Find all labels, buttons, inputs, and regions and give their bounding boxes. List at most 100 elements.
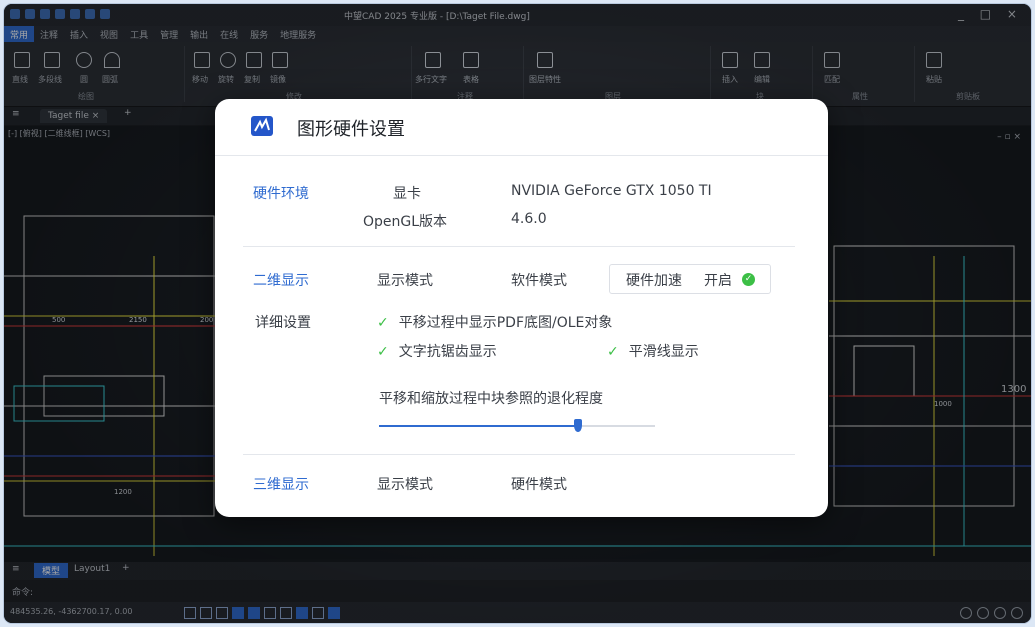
grid-toggle-icon[interactable] bbox=[184, 607, 196, 619]
enabled-check-icon: ✓ bbox=[742, 273, 755, 286]
option-smooth-lines[interactable]: ✓ 平滑线显示 bbox=[607, 341, 699, 361]
tab-output[interactable]: 输出 bbox=[184, 26, 214, 42]
group-label-draw: 绘图 bbox=[78, 92, 94, 101]
display-mode-value: 软件模式 bbox=[511, 273, 567, 289]
paste-tool-label: 粘贴 bbox=[926, 75, 942, 84]
ribbon-panel: 直线 多段线 圆 圆弧 绘图 移动 旋转 复制 镜像 修改 多行文字 表格 注释 bbox=[4, 42, 1031, 107]
divider bbox=[243, 454, 795, 455]
arc-icon[interactable] bbox=[104, 52, 120, 68]
block-degradation-slider[interactable] bbox=[379, 419, 655, 432]
copy-icon[interactable] bbox=[246, 52, 262, 68]
ribbon-group-annotate: 多行文字 表格 注释 bbox=[413, 46, 524, 102]
insert-block-icon[interactable] bbox=[722, 52, 738, 68]
line-icon[interactable] bbox=[14, 52, 30, 68]
checkmark-icon: ✓ bbox=[607, 344, 619, 360]
add-layout-icon[interactable]: + bbox=[122, 563, 130, 573]
ortho-toggle-icon[interactable] bbox=[216, 607, 228, 619]
option-text-antialias[interactable]: ✓ 文字抗锯齿显示 bbox=[377, 341, 497, 361]
layout-menu-icon[interactable]: ≡ bbox=[12, 564, 20, 574]
checkmark-icon: ✓ bbox=[377, 315, 389, 331]
rotate-icon[interactable] bbox=[220, 52, 236, 68]
detail-settings-label: 详细设置 bbox=[255, 315, 311, 331]
new-file-icon[interactable] bbox=[10, 9, 20, 19]
mtext-tool-label: 多行文字 bbox=[415, 75, 447, 84]
settings-icon[interactable] bbox=[994, 607, 1006, 619]
insert-block-label: 插入 bbox=[722, 75, 738, 84]
polyline-icon[interactable] bbox=[44, 52, 60, 68]
otrack-toggle-icon[interactable] bbox=[264, 607, 276, 619]
hardware-acceleration-toggle[interactable]: 硬件加速 开启 ✓ bbox=[609, 264, 771, 294]
tab-insert[interactable]: 插入 bbox=[64, 26, 94, 42]
annotation-scale-icon[interactable] bbox=[960, 607, 972, 619]
workspace-icon[interactable] bbox=[977, 607, 989, 619]
tab-tools[interactable]: 工具 bbox=[124, 26, 154, 42]
dimension-text: 2150 bbox=[129, 316, 147, 324]
edit-block-icon[interactable] bbox=[754, 52, 770, 68]
window-title: 中望CAD 2025 专业版 - [D:\Taget File.dwg] bbox=[344, 12, 530, 22]
snap-toggle-icon[interactable] bbox=[200, 607, 212, 619]
open-file-icon[interactable] bbox=[25, 9, 35, 19]
copy-tool-label: 复制 bbox=[244, 75, 260, 84]
menu-icon[interactable]: ≡ bbox=[12, 109, 20, 119]
mtext-icon[interactable] bbox=[425, 52, 441, 68]
slider-thumb[interactable] bbox=[573, 419, 582, 432]
option-pdf-ole-label: 平移过程中显示PDF底图/OLE对象 bbox=[398, 315, 613, 331]
fullscreen-icon[interactable] bbox=[1011, 607, 1023, 619]
polyline-tool-label: 多段线 bbox=[38, 75, 62, 84]
option-pdf-ole[interactable]: ✓ 平移过程中显示PDF底图/OLE对象 bbox=[377, 312, 612, 332]
viewport-label[interactable]: [-] [俯视] [二维线框] [WCS] bbox=[8, 128, 110, 139]
print-icon[interactable] bbox=[70, 9, 80, 19]
tab-annotate[interactable]: 注释 bbox=[34, 26, 64, 42]
redo-icon[interactable] bbox=[100, 9, 110, 19]
circle-icon[interactable] bbox=[76, 52, 92, 68]
lineweight-toggle-icon[interactable] bbox=[280, 607, 292, 619]
table-icon[interactable] bbox=[463, 52, 479, 68]
polar-toggle-icon[interactable] bbox=[232, 607, 244, 619]
tab-model[interactable]: 模型 bbox=[34, 563, 69, 578]
command-line[interactable]: 命令: bbox=[4, 580, 1031, 602]
arc-tool-label: 圆弧 bbox=[102, 75, 118, 84]
match-properties-label: 匹配 bbox=[824, 75, 840, 84]
tab-manage[interactable]: 管理 bbox=[154, 26, 184, 42]
checkmark-icon: ✓ bbox=[377, 344, 389, 360]
osnap-toggle-icon[interactable] bbox=[248, 607, 260, 619]
block-degradation-label: 平移和缩放过程中块参照的退化程度 bbox=[379, 391, 603, 407]
tab-geo-service[interactable]: 地理服务 bbox=[274, 26, 322, 42]
divider bbox=[243, 246, 795, 247]
selection-cycle-icon[interactable] bbox=[312, 607, 324, 619]
edit-block-label: 编辑 bbox=[754, 75, 770, 84]
dyn-toggle-icon[interactable] bbox=[296, 607, 308, 619]
tab-service[interactable]: 服务 bbox=[244, 26, 274, 42]
tab-online[interactable]: 在线 bbox=[214, 26, 244, 42]
app-logo-icon bbox=[251, 116, 273, 136]
document-tab[interactable]: Taget file × bbox=[40, 109, 108, 123]
option-smooth-lines-label: 平滑线显示 bbox=[628, 344, 699, 360]
graphics-hardware-dialog: 图形硬件设置 硬件环境 显卡 NVIDIA GeForce GTX 1050 T… bbox=[215, 99, 828, 517]
command-prompt: 命令: bbox=[12, 588, 34, 598]
window-controls[interactable]: _ □ × bbox=[958, 7, 1023, 21]
match-properties-icon[interactable] bbox=[824, 52, 840, 68]
rotate-tool-label: 旋转 bbox=[218, 75, 234, 84]
dialog-header: 图形硬件设置 bbox=[215, 99, 828, 156]
move-icon[interactable] bbox=[194, 52, 210, 68]
model-space-icon[interactable] bbox=[328, 607, 340, 619]
hw-accel-value: 开启 bbox=[704, 273, 732, 289]
save-as-icon[interactable] bbox=[55, 9, 65, 19]
tab-layout1[interactable]: Layout1 bbox=[74, 564, 110, 574]
section-3d-display: 三维显示 bbox=[253, 477, 309, 493]
tab-view[interactable]: 视图 bbox=[94, 26, 124, 42]
undo-icon[interactable] bbox=[85, 9, 95, 19]
display-mode-label: 显示模式 bbox=[377, 273, 433, 289]
mirror-tool-label: 镜像 bbox=[270, 75, 286, 84]
coordinate-readout: 484535.26, -4362700.17, 0.00 bbox=[10, 607, 133, 616]
paste-icon[interactable] bbox=[926, 52, 942, 68]
gpu-value: NVIDIA GeForce GTX 1050 TI bbox=[511, 183, 712, 199]
save-icon[interactable] bbox=[40, 9, 50, 19]
move-tool-label: 移动 bbox=[192, 75, 208, 84]
mirror-icon[interactable] bbox=[272, 52, 288, 68]
tab-home[interactable]: 常用 bbox=[4, 26, 35, 42]
layer-properties-icon[interactable] bbox=[537, 52, 553, 68]
add-tab-icon[interactable]: + bbox=[124, 108, 132, 118]
viewport-controls[interactable]: – ▫ × bbox=[997, 132, 1021, 142]
dimension-text: 1200 bbox=[114, 488, 132, 496]
